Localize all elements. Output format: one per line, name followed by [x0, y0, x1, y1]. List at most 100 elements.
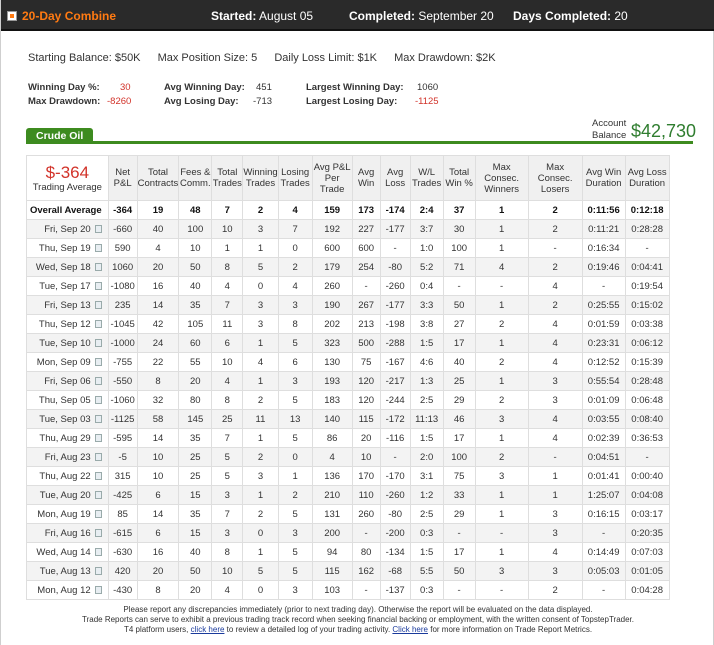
row-date-link[interactable]: Thu, Aug 29 — [26, 428, 109, 448]
row-date-link[interactable]: Thu, Sep 12 — [26, 314, 109, 334]
table-row: Tue, Aug 20 -425 6 15 3 1 2 210 110 -260 1:2 33 1 1 1:… — [26, 485, 670, 505]
document-icon[interactable] — [94, 300, 102, 309]
row-date[interactable]: Fri, Sep 13 — [44, 300, 90, 311]
metrics-info-link[interactable]: Click here — [392, 625, 428, 634]
document-icon[interactable] — [94, 338, 102, 347]
row-date[interactable]: Mon, Aug 12 — [37, 585, 90, 596]
document-icon[interactable] — [94, 376, 102, 385]
document-icon[interactable] — [94, 224, 102, 233]
row-date-link[interactable]: Fri, Sep 06 — [26, 371, 109, 391]
trading-log-link[interactable]: click here — [191, 625, 225, 634]
col-header-avg-win-duration: Avg Win Duration — [581, 155, 626, 201]
row-date[interactable]: Thu, Sep 12 — [39, 319, 91, 330]
largest-winning-day-label: Largest Winning Day: — [306, 82, 404, 93]
row-date-link[interactable]: Fri, Aug 16 — [26, 523, 109, 543]
trade-report-page: 20-Day Combine Started: August 05 Comple… — [0, 0, 714, 645]
document-icon[interactable] — [94, 243, 102, 252]
row-date[interactable]: Thu, Sep 05 — [39, 395, 91, 406]
document-icon[interactable] — [94, 585, 102, 594]
document-icon[interactable] — [94, 414, 102, 423]
largest-losing-day-label: Largest Losing Day: — [306, 96, 398, 107]
row-date[interactable]: Fri, Sep 20 — [44, 224, 90, 235]
row-date[interactable]: Fri, Aug 23 — [45, 452, 91, 463]
row-date-link[interactable]: Tue, Aug 13 — [26, 561, 109, 581]
row-date[interactable]: Thu, Aug 29 — [39, 433, 90, 444]
table-cell: 4 — [527, 314, 583, 334]
row-date[interactable]: Thu, Aug 22 — [39, 471, 90, 482]
row-date-link[interactable]: Mon, Aug 19 — [26, 504, 109, 524]
table-cell: - — [581, 276, 626, 296]
winning-day-pct-value: 30 — [120, 82, 131, 93]
row-date-link[interactable]: Thu, Sep 19 — [26, 238, 109, 258]
combine-toggle-icon[interactable] — [7, 11, 17, 21]
table-cell: 3:1 — [409, 466, 444, 486]
combine-title-text: 20-Day Combine — [22, 9, 117, 23]
row-date-link[interactable]: Fri, Sep 13 — [26, 295, 109, 315]
row-date[interactable]: Fri, Sep 06 — [44, 376, 90, 387]
table-cell: 260 — [311, 276, 353, 296]
table-cell: 15 — [178, 523, 213, 543]
row-date-link[interactable]: Wed, Sep 18 — [26, 257, 109, 277]
row-date-link[interactable]: Tue, Aug 20 — [26, 485, 109, 505]
table-cell: -217 — [379, 371, 411, 391]
table-cell: 1 — [474, 238, 529, 258]
instrument-tabs: Crude Oil — [26, 128, 693, 144]
table-cell: 11 — [211, 314, 244, 334]
row-date[interactable]: Tue, Sep 03 — [39, 414, 90, 425]
document-icon[interactable] — [94, 281, 102, 290]
table-cell: 1 — [242, 371, 279, 391]
row-date-link[interactable]: Thu, Aug 22 — [26, 466, 109, 486]
row-date-link[interactable]: Tue, Sep 03 — [26, 409, 109, 429]
document-icon[interactable] — [94, 528, 102, 537]
row-date-link[interactable]: Tue, Sep 17 — [26, 276, 109, 296]
row-date-link[interactable]: Tue, Sep 10 — [26, 333, 109, 353]
table-cell: 10 — [211, 352, 244, 372]
row-date[interactable]: Thu, Sep 19 — [39, 243, 91, 254]
table-cell: 2 — [242, 390, 279, 410]
row-date[interactable]: Mon, Aug 19 — [37, 509, 90, 520]
row-date[interactable]: Mon, Sep 09 — [37, 357, 91, 368]
row-date-link[interactable]: Mon, Sep 09 — [26, 352, 109, 372]
row-date[interactable]: Wed, Sep 18 — [36, 262, 91, 273]
row-date-link[interactable]: Thu, Sep 05 — [26, 390, 109, 410]
table-row: Tue, Sep 17 -1080 16 40 4 0 4 260- -260 0:4- -4-0:… — [26, 276, 670, 296]
combine-title[interactable]: 20-Day Combine — [7, 9, 116, 23]
document-icon[interactable] — [94, 357, 102, 366]
document-icon[interactable] — [94, 452, 102, 461]
document-icon[interactable] — [94, 433, 102, 442]
document-icon[interactable] — [94, 566, 102, 575]
table-cell: -177 — [379, 219, 411, 239]
row-date-link[interactable]: Wed, Aug 14 — [26, 542, 109, 562]
table-cell: 35 — [178, 295, 213, 315]
document-icon[interactable] — [94, 547, 102, 556]
table-cell: 0:28:48 — [624, 371, 670, 391]
table-cell: -174 — [379, 200, 411, 220]
table-cell: 600 — [351, 238, 381, 258]
trade-report-table: $-364 Trading Average Net P&L Total Cont… — [26, 155, 670, 600]
row-date[interactable]: Fri, Aug 16 — [45, 528, 91, 539]
row-date[interactable]: Wed, Aug 14 — [36, 547, 90, 558]
table-cell: 25 — [178, 447, 213, 467]
table-cell: 130 — [311, 352, 353, 372]
row-date-link[interactable]: Mon, Aug 12 — [26, 580, 109, 600]
table-cell: 5 — [277, 542, 313, 562]
row-date-link[interactable]: Fri, Aug 23 — [26, 447, 109, 467]
trading-average-label: Trading Average — [32, 181, 102, 193]
row-date[interactable]: Tue, Aug 20 — [40, 490, 91, 501]
table-cell: -5 — [107, 447, 138, 467]
row-date[interactable]: Tue, Aug 13 — [40, 566, 91, 577]
document-icon[interactable] — [94, 319, 102, 328]
table-cell: 136 — [311, 466, 353, 486]
rules-summary: Starting Balance: $50K Max Position Size… — [28, 52, 510, 64]
document-icon[interactable] — [94, 471, 102, 480]
document-icon[interactable] — [94, 509, 102, 518]
row-date[interactable]: Tue, Sep 10 — [39, 338, 90, 349]
table-cell: -660 — [107, 219, 138, 239]
row-date-link[interactable]: Fri, Sep 20 — [26, 219, 109, 239]
tab-crude-oil[interactable]: Crude Oil — [26, 128, 94, 144]
document-icon[interactable] — [94, 395, 102, 404]
row-date[interactable]: Tue, Sep 17 — [39, 281, 90, 292]
table-cell: 48 — [178, 200, 213, 220]
document-icon[interactable] — [94, 262, 102, 271]
document-icon[interactable] — [94, 490, 102, 499]
